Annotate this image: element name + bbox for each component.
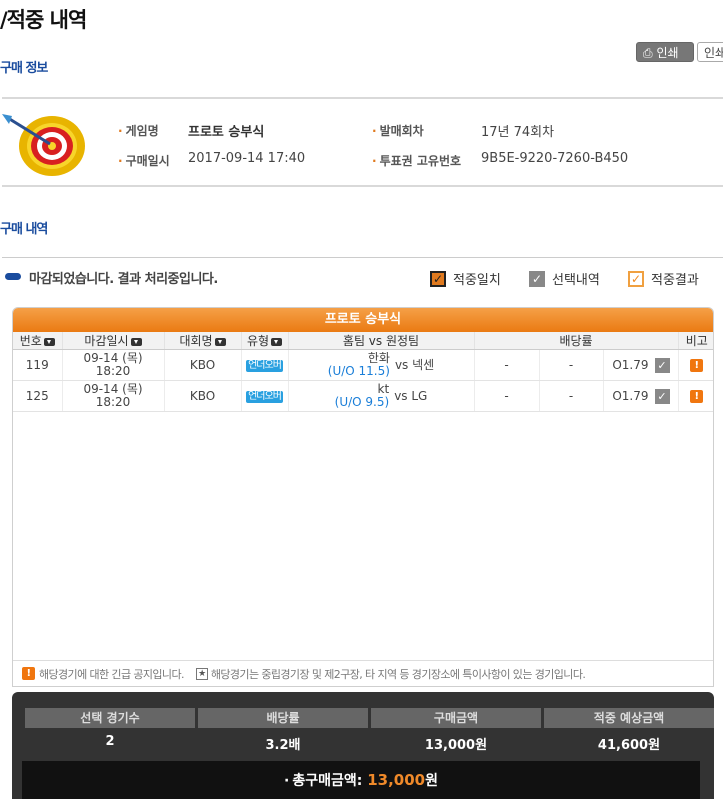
- expected-value: 41,600원: [597, 738, 661, 753]
- info-bottom-divider: [2, 185, 723, 187]
- printer-icon: ⎙: [643, 46, 653, 60]
- odds-c: O1.79 ✓: [603, 380, 679, 412]
- odds-value: 3.2배: [265, 738, 301, 753]
- legend-selected: ✓ 선택내역: [529, 269, 600, 288]
- col-league[interactable]: 대회명: [164, 332, 242, 350]
- table-row: 125 09-14 (목) 18:20 KBO 언더오버 kt (U/O 9.5) …: [13, 380, 713, 412]
- row-type: 언더오버: [241, 349, 289, 381]
- selected-games-value: 2: [105, 734, 115, 749]
- row-type: 언더오버: [241, 380, 289, 412]
- col-note: 비고: [678, 332, 713, 350]
- check-match-icon: ✓: [430, 270, 446, 287]
- page-title: /적중 내역: [0, 8, 87, 32]
- odds-label: 배당률: [198, 708, 368, 728]
- vs-label: vs: [394, 388, 408, 403]
- check-selected-icon: ✓: [654, 388, 670, 404]
- check-selected-icon: ✓: [654, 357, 670, 373]
- legend-result-label: 적중결과: [651, 273, 699, 288]
- odds-c: O1.79 ✓: [603, 349, 679, 381]
- print-button[interactable]: ⎙ 인쇄: [636, 42, 694, 62]
- check-selected-icon: ✓: [529, 270, 545, 287]
- odds-b: -: [539, 380, 604, 412]
- col-odds: 배당률: [474, 332, 679, 350]
- row-note[interactable]: !: [678, 380, 713, 412]
- row-deadline: 09-14 (목) 18:20: [62, 349, 165, 381]
- note-alert-text: 해당경기에 대한 긴급 공지입니다.: [39, 667, 184, 681]
- total-unit: 원: [425, 773, 438, 789]
- uo-line: (U/O 9.5): [334, 395, 390, 409]
- total-label: 총구매금액:: [292, 773, 363, 789]
- odds-a: -: [474, 349, 540, 381]
- col-type[interactable]: 유형: [241, 332, 289, 350]
- uo-line: (U/O 11.5): [327, 364, 390, 378]
- vs-label: vs: [394, 357, 409, 372]
- total-amount: 13,000: [367, 771, 426, 789]
- col-deadline[interactable]: 마감일시: [62, 332, 165, 350]
- row-note[interactable]: !: [678, 349, 713, 381]
- total-purchase-bar: · 총구매금액: 13,000원: [22, 761, 700, 799]
- bet-table-panel: 프로토 승부식 번호 마감일시 대회명 유형 홈팀 vs 원정팀 배당률 비고 …: [12, 307, 714, 687]
- row-no: 125: [13, 380, 63, 412]
- legend-result: ✓ 적중결과: [628, 269, 699, 288]
- sort-icon[interactable]: [271, 337, 283, 346]
- alert-icon: !: [22, 667, 35, 680]
- col-teams: 홈팀 vs 원정팀: [288, 332, 475, 350]
- purchase-amount-label: 구매금액: [371, 708, 541, 728]
- sort-icon[interactable]: [214, 337, 226, 346]
- ticket-id-value: 9B5E-9220-7260-B450: [481, 151, 629, 166]
- purchase-info-title: 구매 정보: [0, 61, 48, 76]
- table-header-title: 프로토 승부식: [13, 308, 713, 332]
- print-button-2[interactable]: 인쇄: [697, 42, 723, 62]
- legend-match-label: 적중일치: [453, 273, 501, 288]
- bet-table: 번호 마감일시 대회명 유형 홈팀 vs 원정팀 배당률 비고 119 09-1…: [13, 332, 713, 412]
- status-text: 마감되었습니다. 결과 처리중입니다.: [29, 272, 218, 287]
- game-name-label: 게임명: [118, 122, 159, 139]
- alert-icon[interactable]: !: [690, 390, 704, 403]
- sort-icon[interactable]: [43, 337, 55, 346]
- col-no[interactable]: 번호: [13, 332, 63, 350]
- status-pill-icon: [5, 273, 21, 280]
- ticket-id-label: 투표권 고유번호: [372, 152, 461, 169]
- alert-icon[interactable]: !: [690, 359, 704, 372]
- star-icon: ★: [195, 667, 208, 680]
- row-league: KBO: [164, 380, 242, 412]
- row-teams: kt (U/O 9.5) vs LG: [288, 380, 475, 412]
- row-no: 119: [13, 349, 63, 381]
- selected-games-label: 선택 경기수: [25, 708, 195, 728]
- print-button-label: 인쇄: [656, 46, 679, 60]
- info-top-divider: [2, 97, 723, 99]
- row-league: KBO: [164, 349, 242, 381]
- away-team: 넥센: [412, 357, 435, 372]
- legend-selected-label: 선택내역: [552, 273, 600, 288]
- game-name-value: 프로토 승부식: [188, 125, 265, 140]
- type-tag: 언더오버: [246, 359, 283, 373]
- sort-icon[interactable]: [130, 337, 142, 346]
- bullet-icon: ·: [284, 773, 290, 789]
- table-row: 119 09-14 (목) 18:20 KBO 언더오버 한화 (U/O 11.5)…: [13, 349, 713, 381]
- note-star-text: 해당경기는 중립경기장 및 제2구장, 타 지역 등 경기장소에 특이사항이 있…: [210, 667, 586, 681]
- purchase-detail-title: 구매 내역: [0, 222, 48, 237]
- check-result-icon: ✓: [628, 270, 644, 287]
- legend-match: ✓ 적중일치: [430, 269, 501, 288]
- odds-b: -: [539, 349, 604, 381]
- expected-label: 적중 예상금액: [544, 708, 714, 728]
- row-teams: 한화 (U/O 11.5) vs 넥센: [288, 349, 475, 381]
- odds-a: -: [474, 380, 540, 412]
- detail-divider: [2, 257, 723, 258]
- summary-panel: 선택 경기수 배당률 구매금액 적중 예상금액 2 3.2배 13,000원 4…: [12, 692, 714, 799]
- table-notes: ! 해당경기에 대한 긴급 공지입니다. ★ 해당경기는 중립경기장 및 제2구…: [13, 660, 713, 686]
- purchase-time-label: 구매일시: [118, 152, 170, 169]
- purchase-amount-value: 13,000원: [424, 738, 488, 753]
- round-label: 발매회차: [372, 122, 424, 139]
- type-tag: 언더오버: [246, 390, 283, 404]
- purchase-time-value: 2017-09-14 17:40: [188, 151, 306, 166]
- target-logo-icon: [0, 110, 90, 180]
- away-team: LG: [411, 388, 428, 403]
- round-value: 17년 74회차: [481, 125, 555, 140]
- row-deadline: 09-14 (목) 18:20: [62, 380, 165, 412]
